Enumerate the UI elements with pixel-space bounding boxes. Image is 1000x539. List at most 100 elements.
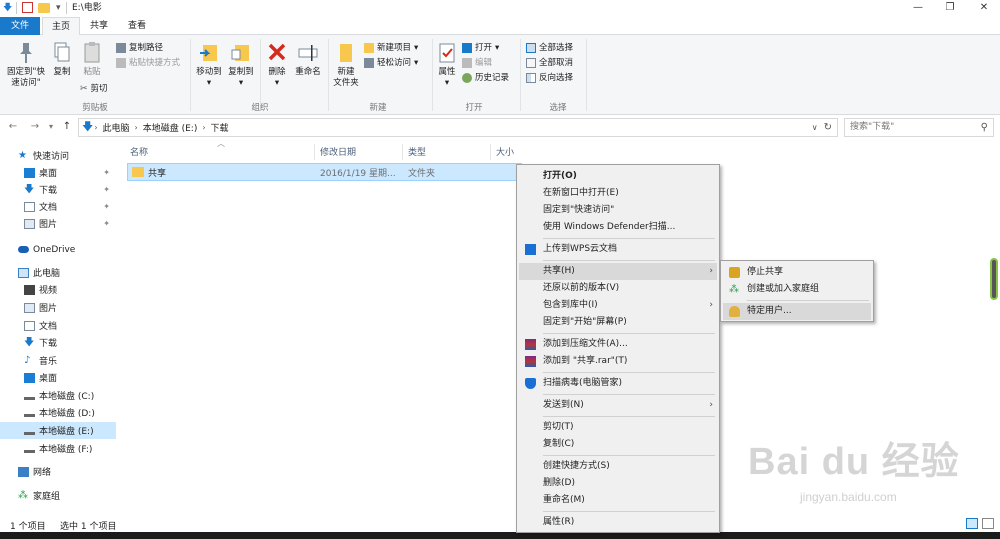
invert-selection-button[interactable]: 反向选择	[526, 71, 573, 85]
nav-quick-desktop[interactable]: 桌面 ✦	[0, 164, 116, 181]
nav-quick-downloads[interactable]: 🡇 下载 ✦	[0, 181, 116, 198]
breadcrumb-this-pc[interactable]: 此电脑	[103, 121, 130, 134]
nav-network[interactable]: 网络	[0, 463, 116, 480]
menu-copy[interactable]: 复制(C)	[519, 436, 717, 453]
search-input[interactable]: 搜索"下载" ⚲	[844, 118, 994, 137]
menu-send-to[interactable]: 发送到(N) ›	[519, 397, 717, 414]
navigation-row: ← → ▾ ↑ 🡇 › 此电脑 › 本地磁盘 (E:) › 下载 ∨ ↻ 搜索"…	[0, 116, 1000, 140]
column-header-name[interactable]: 名称	[130, 145, 148, 158]
nav-pc-downloads[interactable]: 🡇 下载	[0, 334, 116, 351]
ribbon: 固定到"快速访问" 复制 粘贴 复制路径 粘贴快捷方式 ✂ 剪切 剪贴板 移动到 ▾…	[0, 35, 1000, 115]
nav-onedrive[interactable]: OneDrive	[0, 241, 116, 258]
paste-shortcut-button[interactable]: 粘贴快捷方式	[116, 56, 180, 70]
submenu-stop-sharing[interactable]: 停止共享	[723, 264, 871, 281]
submenu-specific-people[interactable]: 特定用户...	[723, 303, 871, 320]
tab-file[interactable]: 文件	[0, 17, 40, 35]
nav-pc-videos[interactable]: 视频	[0, 281, 116, 298]
folder-icon[interactable]	[38, 3, 50, 13]
column-divider[interactable]	[490, 144, 491, 160]
nav-this-pc[interactable]: 此电脑	[0, 264, 116, 281]
nav-quick-documents[interactable]: 文档 ✦	[0, 198, 116, 215]
submenu-homegroup[interactable]: ⁂ 创建或加入家庭组	[723, 281, 871, 298]
copy-path-button[interactable]: 复制路径	[116, 41, 163, 55]
menu-properties[interactable]: 属性(R)	[519, 514, 717, 531]
new-item-button[interactable]: 新建项目 ▾	[364, 41, 418, 55]
forward-arrow-icon[interactable]: →	[28, 120, 42, 134]
column-header-size[interactable]: 大小	[496, 145, 514, 158]
new-folder-button[interactable]: 新建 文件夹	[332, 41, 360, 89]
address-bar[interactable]: 🡇 › 此电脑 › 本地磁盘 (E:) › 下载 ∨ ↻	[78, 118, 838, 137]
nav-pc-documents[interactable]: 文档	[0, 317, 116, 334]
menu-share[interactable]: 共享(H) ›	[519, 263, 717, 280]
menu-open-new-window[interactable]: 在新窗口中打开(E)	[519, 185, 717, 202]
properties-button[interactable]: 属性 ▾	[436, 41, 458, 89]
quick-access-dropdown-icon[interactable]: ▾	[56, 2, 61, 14]
menu-restore-versions[interactable]: 还原以前的版本(V)	[519, 280, 717, 297]
scrollbar-thumb[interactable]	[990, 258, 998, 300]
nav-quick-access[interactable]: ★ 快速访问	[0, 147, 116, 164]
breadcrumb-downloads[interactable]: 下载	[211, 121, 229, 134]
nav-drive-e[interactable]: 本地磁盘 (E:)	[0, 422, 116, 439]
recent-locations-icon[interactable]: ▾	[44, 120, 58, 134]
menu-defender-scan[interactable]: 使用 Windows Defender扫描...	[519, 219, 717, 236]
address-dropdown-icon[interactable]: ∨	[812, 123, 818, 132]
table-row[interactable]: 共享 2016/1/19 星期... 文件夹	[127, 163, 522, 181]
delete-button[interactable]: 删除 ▾	[264, 41, 290, 89]
nav-quick-pictures[interactable]: 图片 ✦	[0, 215, 116, 232]
select-all-button[interactable]: 全部选择	[526, 41, 573, 55]
column-divider[interactable]	[314, 144, 315, 160]
navigation-pane: ★ 快速访问 桌面 ✦ 🡇 下载 ✦ 文档 ✦ 图片 ✦ OneDrive 此电脑 视频 图…	[0, 141, 116, 515]
breadcrumb-drive-e[interactable]: 本地磁盘 (E:)	[143, 121, 198, 134]
cut-button[interactable]: ✂ 剪切	[80, 82, 108, 96]
column-divider[interactable]	[402, 144, 403, 160]
nav-pc-desktop[interactable]: 桌面	[0, 369, 116, 386]
pin-quick-access-button[interactable]: 固定到"快速访问"	[4, 41, 48, 89]
menu-cut[interactable]: 剪切(T)	[519, 419, 717, 436]
tab-view[interactable]: 查看	[120, 17, 154, 35]
down-arrow-icon[interactable]: 🡇	[3, 2, 12, 14]
tab-home[interactable]: 主页	[42, 17, 80, 36]
minimize-button[interactable]: —	[902, 0, 934, 16]
menu-add-rar[interactable]: 添加到 "共享.rar"(T)	[519, 353, 717, 370]
open-button[interactable]: 打开 ▾	[462, 41, 499, 55]
copy-to-button[interactable]: 复制到 ▾	[226, 41, 256, 89]
menu-open[interactable]: 打开(O)	[519, 168, 717, 185]
menu-rename[interactable]: 重命名(M)	[519, 492, 717, 509]
easy-access-button[interactable]: 轻松访问 ▾	[364, 56, 418, 70]
copy-button[interactable]: 复制	[50, 41, 74, 78]
menu-pin-start[interactable]: 固定到"开始"屏幕(P)	[519, 314, 717, 331]
select-none-button[interactable]: 全部取消	[526, 56, 573, 70]
nav-drive-d[interactable]: 本地磁盘 (D:)	[0, 404, 116, 421]
maximize-button[interactable]: ❐	[934, 0, 966, 16]
nav-drive-c[interactable]: 本地磁盘 (C:)	[0, 387, 116, 404]
paste-button[interactable]: 粘贴	[78, 41, 106, 78]
edit-button[interactable]: 编辑	[462, 56, 492, 70]
column-header-date[interactable]: 修改日期	[320, 145, 356, 158]
menu-add-archive[interactable]: 添加到压缩文件(A)...	[519, 336, 717, 353]
properties-icon[interactable]	[22, 2, 33, 13]
nav-pc-music[interactable]: ♪ 音乐	[0, 352, 116, 369]
menu-include-library[interactable]: 包含到库中(I) ›	[519, 297, 717, 314]
close-button[interactable]: ✕	[968, 0, 1000, 16]
back-arrow-icon[interactable]: ←	[6, 120, 20, 134]
chevron-down-icon: ▾	[206, 78, 212, 88]
menu-upload-wps[interactable]: 上传到WPS云文档	[519, 241, 717, 258]
share-submenu: 停止共享 ⁂ 创建或加入家庭组 特定用户...	[720, 260, 874, 322]
invert-selection-icon	[526, 73, 536, 83]
history-button[interactable]: 历史记录	[462, 71, 509, 85]
menu-pin-quick-access[interactable]: 固定到"快速访问"	[519, 202, 717, 219]
nav-drive-f[interactable]: 本地磁盘 (F:)	[0, 440, 116, 457]
refresh-icon[interactable]: ↻	[824, 122, 832, 133]
up-arrow-icon[interactable]: ↑	[60, 120, 74, 134]
menu-delete[interactable]: 删除(D)	[519, 475, 717, 492]
column-header-type[interactable]: 类型	[408, 145, 426, 158]
nav-pc-pictures[interactable]: 图片	[0, 299, 116, 316]
tab-share[interactable]: 共享	[82, 17, 116, 35]
large-icons-view-icon[interactable]	[982, 518, 994, 529]
move-to-button[interactable]: 移动到 ▾	[194, 41, 224, 89]
rename-button[interactable]: 重命名	[292, 41, 324, 78]
chevron-down-icon: ▾	[414, 58, 419, 68]
menu-create-shortcut[interactable]: 创建快捷方式(S)	[519, 458, 717, 475]
nav-homegroup[interactable]: ⁂ 家庭组	[0, 487, 116, 504]
menu-pc-manager-scan[interactable]: 扫描病毒(电脑管家)	[519, 375, 717, 392]
